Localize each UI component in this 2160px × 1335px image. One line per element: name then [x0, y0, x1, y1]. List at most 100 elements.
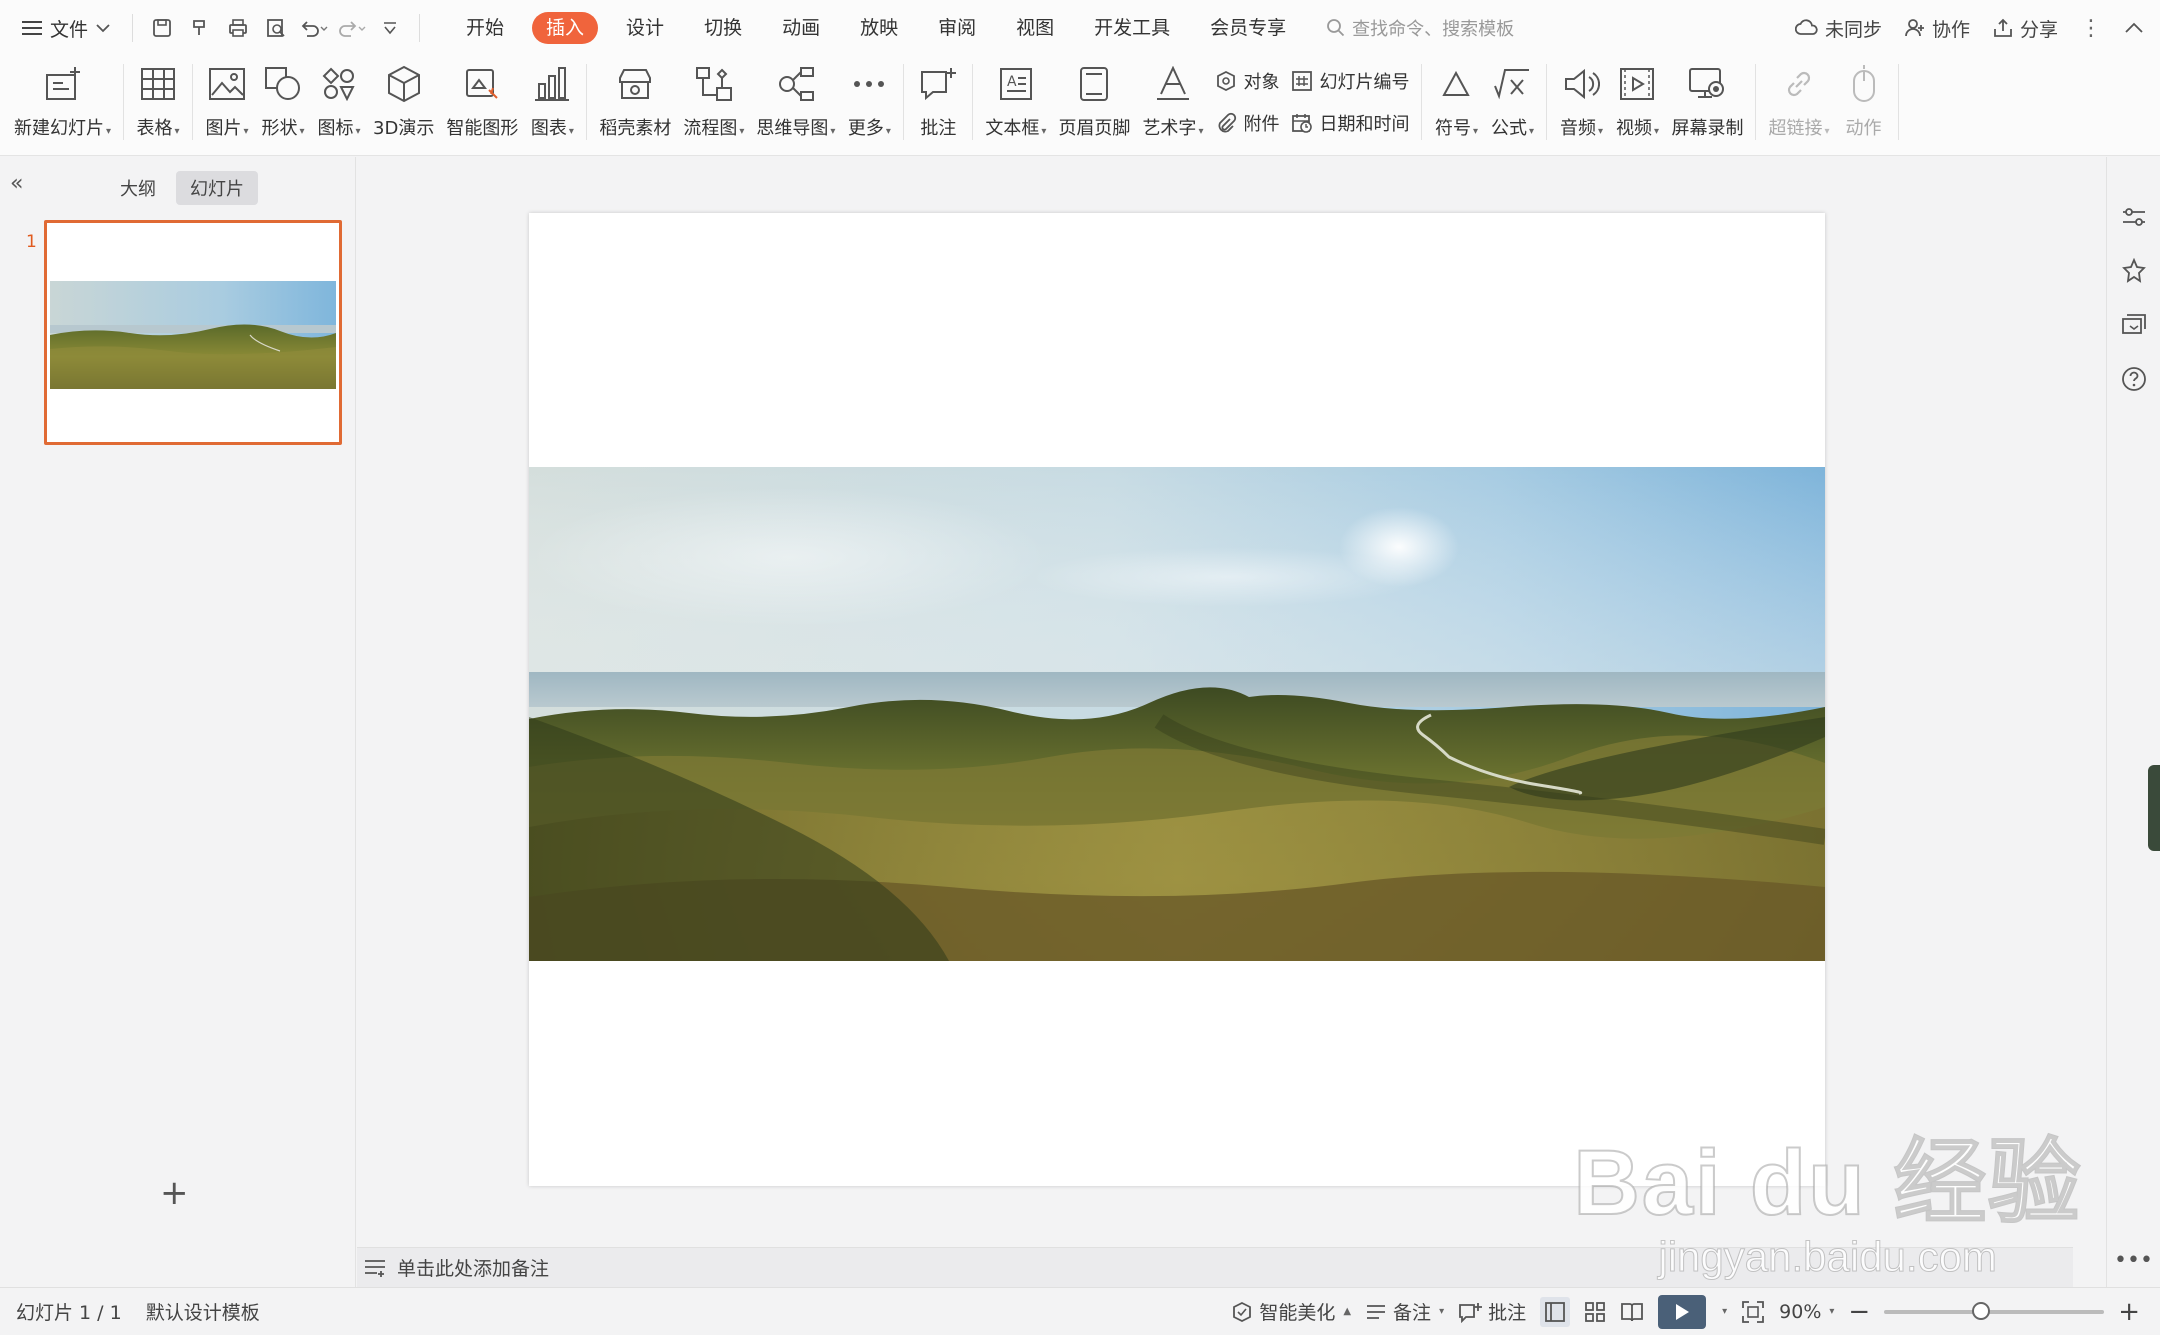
symbol-button[interactable]: 符号 ▾	[1428, 60, 1484, 144]
file-menu-label: 文件	[50, 18, 89, 41]
tab-home[interactable]: 开始	[446, 12, 524, 44]
new-slide-button[interactable]: 新建幻灯片 ▾	[0, 60, 117, 144]
flowchart-button[interactable]: 流程图 ▾	[677, 60, 750, 144]
ribbon-toolbar: 新建幻灯片 ▾ 表格 ▾ 图片 ▾ 形状 ▾ 图标 ▾ 3D演示 智能图形 图表 ▾ 稻壳素…	[0, 56, 2160, 156]
normal-view-icon[interactable]	[1540, 1296, 1571, 1327]
mindmap-label: 思维导图	[756, 118, 829, 139]
chart-label: 图表	[530, 118, 567, 139]
header-footer-button[interactable]: 页眉页脚	[1052, 60, 1136, 144]
print-preview-icon[interactable]	[261, 13, 291, 43]
slide-library-icon[interactable]	[2118, 309, 2150, 341]
tab-design[interactable]: 设计	[606, 12, 684, 44]
3d-demo-button[interactable]: 3D演示	[367, 60, 440, 144]
save-icon[interactable]	[147, 13, 177, 43]
tab-member[interactable]: 会员专享	[1190, 12, 1306, 44]
icon-library-button[interactable]: 图标 ▾	[311, 60, 367, 144]
collaborate-label: 协作	[1931, 18, 1970, 41]
redo-icon[interactable]	[337, 13, 367, 43]
zoom-slider-knob[interactable]	[1972, 1301, 1991, 1320]
chart-button[interactable]: 图表 ▾	[524, 60, 580, 144]
picture-button[interactable]: 图片 ▾	[199, 60, 255, 144]
grid-view-icon[interactable]	[1584, 1301, 1606, 1323]
vertical-scrollbar[interactable]	[2049, 157, 2073, 1247]
audio-button[interactable]: 音频 ▾	[1553, 60, 1609, 144]
table-button[interactable]: 表格 ▾	[130, 60, 186, 144]
format-painter-icon[interactable]	[185, 13, 215, 43]
tab-outline[interactable]: 大纲	[106, 171, 170, 205]
share-label: 分享	[2019, 18, 2058, 41]
fit-window-icon[interactable]	[1741, 1300, 1765, 1324]
smartart-button[interactable]: 智能图形	[440, 60, 524, 144]
search-placeholder: 查找命令、搜索模板	[1352, 19, 1515, 40]
collaborate-button[interactable]: 协作	[1904, 15, 1970, 42]
zoom-in-icon[interactable]: +	[2118, 1297, 2140, 1327]
help-icon[interactable]	[2118, 363, 2150, 395]
textbox-button[interactable]: A 文本框 ▾	[979, 60, 1052, 144]
star-icon[interactable]	[2118, 255, 2150, 287]
shape-button[interactable]: 形状 ▾	[255, 60, 311, 144]
play-slideshow-button[interactable]	[1658, 1294, 1707, 1329]
formula-label: 公式	[1490, 118, 1527, 139]
notes-toggle-button[interactable]: 备注 ▾	[1365, 1298, 1444, 1325]
command-search[interactable]: 查找命令、搜索模板	[1326, 15, 1514, 41]
tab-transition[interactable]: 切换	[684, 12, 762, 44]
datetime-button[interactable]: 日期和时间	[1291, 106, 1409, 140]
divider	[1897, 64, 1899, 140]
play-options-chevron-icon[interactable]: ▾	[1722, 1306, 1727, 1317]
share-button[interactable]: 分享	[1992, 15, 2058, 42]
customize-toolbar-icon[interactable]	[375, 13, 405, 43]
tab-insert[interactable]: 插入	[532, 12, 599, 44]
zoom-out-icon[interactable]: −	[1848, 1297, 1870, 1327]
icon-library-label: 图标	[317, 118, 354, 139]
flowchart-icon	[692, 62, 736, 106]
screen-record-button[interactable]: 屏幕录制	[1665, 60, 1749, 144]
mindmap-icon	[774, 62, 818, 106]
attachment-button[interactable]: 附件	[1215, 106, 1279, 140]
tab-view[interactable]: 视图	[996, 12, 1074, 44]
tab-slides[interactable]: 幻灯片	[176, 171, 258, 205]
slide-number-button[interactable]: 幻灯片编号	[1291, 64, 1409, 98]
video-button[interactable]: 视频 ▾	[1609, 60, 1665, 144]
undo-icon[interactable]	[299, 13, 329, 43]
more-options-icon[interactable]: ⋮	[2080, 16, 2102, 41]
comments-toggle-button[interactable]: 批注	[1458, 1298, 1526, 1325]
comment-icon	[916, 62, 960, 106]
comment-button[interactable]: 批注	[910, 60, 966, 144]
collapse-ribbon-icon[interactable]	[2124, 21, 2144, 35]
action-button[interactable]: 动作	[1836, 60, 1892, 144]
3d-demo-label: 3D演示	[373, 118, 435, 139]
flowchart-label: 流程图	[683, 118, 738, 139]
material-button[interactable]: 稻壳素材	[593, 60, 677, 144]
collapse-panel-icon[interactable]: «	[10, 171, 23, 196]
paperclip-icon	[1219, 112, 1237, 133]
side-drawer-handle[interactable]	[2148, 765, 2160, 851]
tab-developer[interactable]: 开发工具	[1074, 12, 1190, 44]
print-icon[interactable]	[223, 13, 253, 43]
file-menu-button[interactable]: 文件	[0, 15, 124, 42]
design-template[interactable]: 默认设计模板	[146, 1298, 260, 1325]
add-slide-icon[interactable]: +	[160, 1173, 189, 1213]
wordart-button[interactable]: 艺术字 ▾	[1136, 60, 1209, 144]
formula-button[interactable]: 公式 ▾	[1484, 60, 1540, 144]
slide-thumbnail[interactable]	[44, 220, 342, 445]
landscape-photo[interactable]	[529, 467, 1825, 961]
more-dots-icon[interactable]: •••	[2114, 1248, 2153, 1273]
slide[interactable]	[529, 213, 1825, 1186]
reading-view-icon[interactable]	[1620, 1301, 1644, 1323]
properties-icon[interactable]	[2118, 201, 2150, 233]
hyperlink-button[interactable]: 超链接 ▾	[1762, 60, 1835, 144]
screen-record-icon	[1685, 62, 1729, 106]
notes-bar[interactable]: 单击此处添加备注	[357, 1247, 2073, 1287]
object-button[interactable]: 对象	[1215, 64, 1279, 98]
tab-animation[interactable]: 动画	[762, 12, 840, 44]
smart-beautify-button[interactable]: 智能美化 ▲	[1231, 1298, 1351, 1325]
zoom-level[interactable]: 90% ▾	[1779, 1301, 1834, 1323]
tab-slideshow[interactable]: 放映	[840, 12, 918, 44]
sync-status[interactable]: 未同步	[1794, 15, 1882, 42]
mindmap-button[interactable]: 思维导图 ▾	[750, 60, 841, 144]
zoom-slider[interactable]	[1884, 1301, 2105, 1320]
more-button[interactable]: 更多 ▾	[841, 60, 897, 144]
table-icon	[136, 62, 180, 106]
tab-review[interactable]: 审阅	[918, 12, 996, 44]
new-slide-icon	[41, 62, 85, 106]
